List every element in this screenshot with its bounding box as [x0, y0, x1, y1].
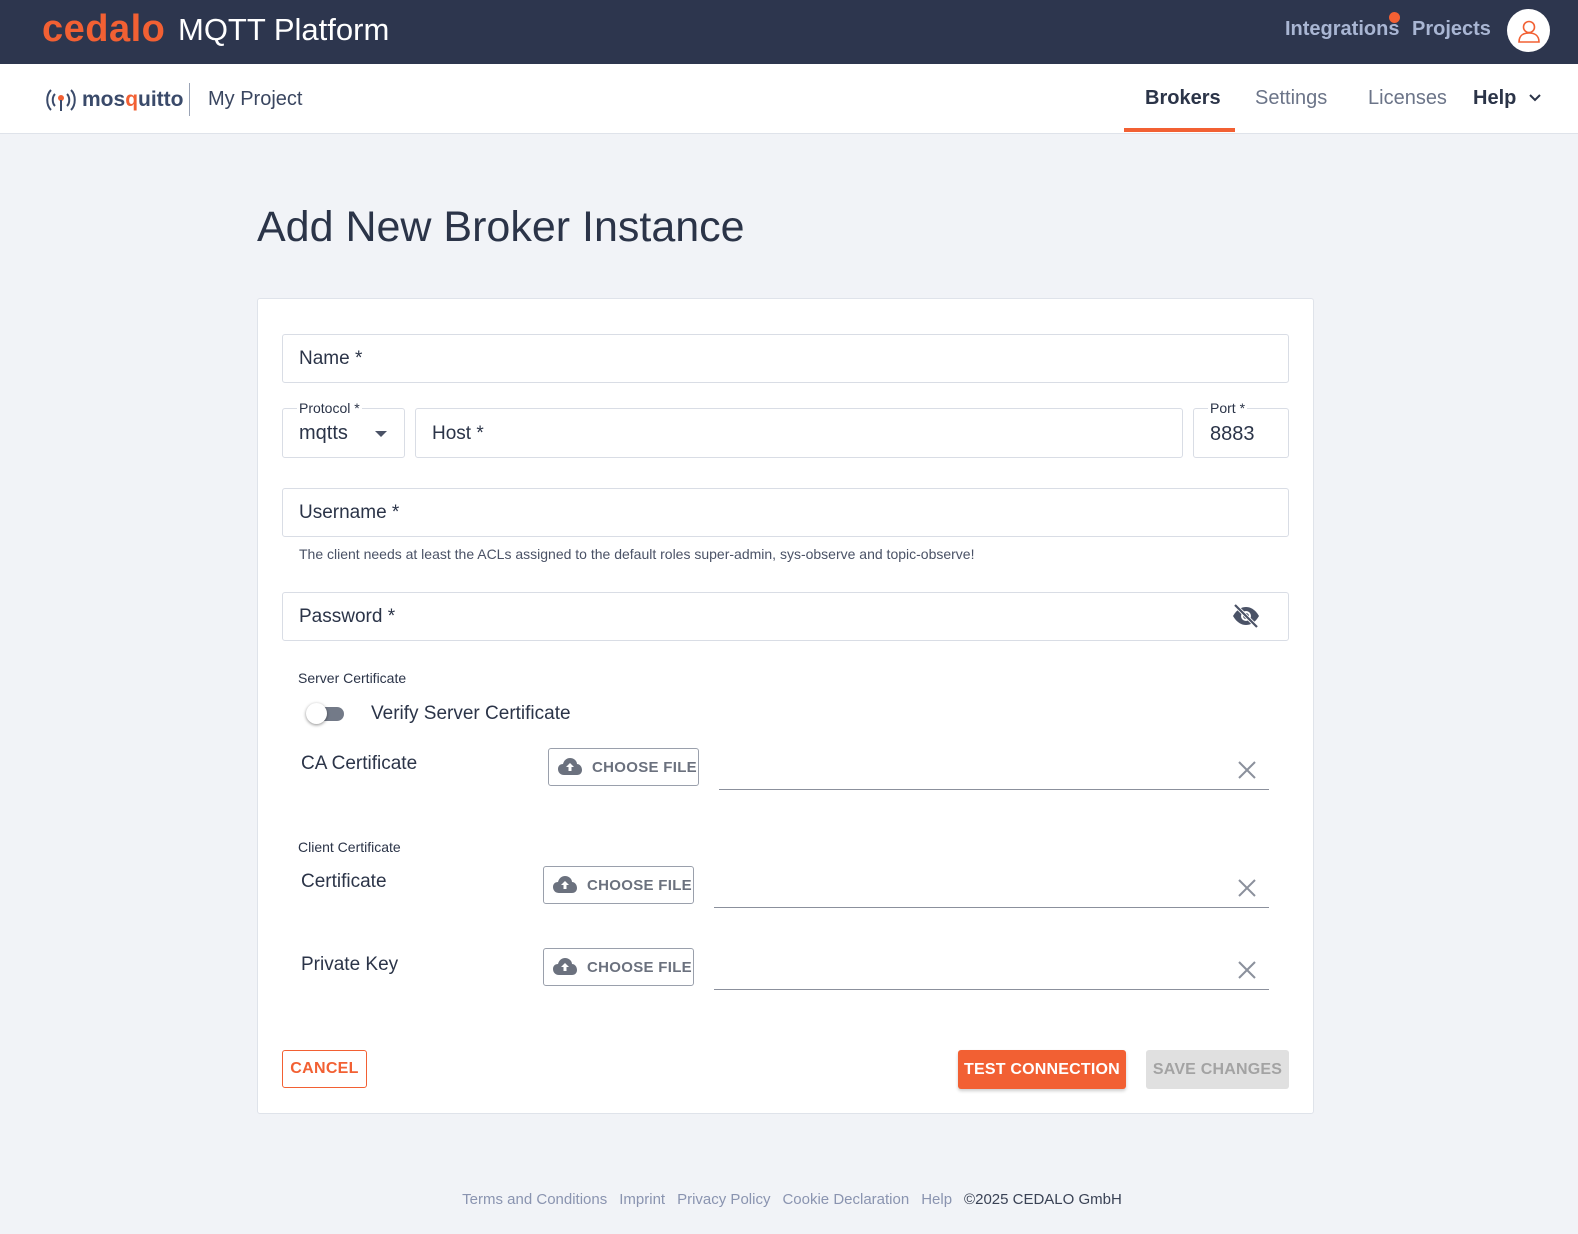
clear-private-key-icon[interactable] [1237, 960, 1257, 980]
port-value: 8883 [1210, 423, 1255, 445]
footer-link-help[interactable]: Help [921, 1191, 952, 1208]
private-key-label: Private Key [301, 954, 399, 975]
page-title: Add New Broker Instance [257, 203, 745, 251]
port-label: Port * [1208, 400, 1248, 416]
host-label: Host * [432, 423, 484, 444]
cloud-upload-icon [558, 758, 582, 775]
username-field[interactable]: Username * [282, 488, 1289, 537]
certificate-file-input [714, 907, 1269, 908]
footer-link-imprint[interactable]: Imprint [619, 1191, 665, 1208]
private-key-file-input [714, 989, 1269, 990]
user-icon [1517, 20, 1540, 43]
choose-file-label: CHOOSE FILE [587, 876, 692, 894]
copyright-text: ©2025 CEDALO GmbH [964, 1191, 1122, 1208]
name-label: Name * [299, 348, 363, 369]
toggle-thumb[interactable] [306, 703, 327, 724]
password-label: Password * [299, 606, 396, 627]
test-connection-button[interactable]: TEST CONNECTION [958, 1050, 1126, 1089]
cloud-upload-icon [553, 958, 577, 975]
mosquitto-logo[interactable]: mosquitto [44, 86, 184, 114]
host-field[interactable]: Host * [415, 408, 1183, 458]
choose-file-label: CHOOSE FILE [587, 958, 692, 976]
ca-certificate-choose-file-button[interactable]: CHOOSE FILE [548, 748, 699, 786]
clear-certificate-icon[interactable] [1237, 878, 1257, 898]
save-changes-button[interactable]: SAVE CHANGES [1146, 1050, 1289, 1089]
certificate-choose-file-button[interactable]: CHOOSE FILE [543, 866, 694, 904]
tab-settings[interactable]: Settings [1255, 87, 1327, 110]
notification-dot [1389, 12, 1400, 23]
certificate-label: Certificate [301, 871, 387, 892]
tab-brokers[interactable]: Brokers [1145, 87, 1221, 110]
dropdown-arrow-icon [375, 431, 387, 437]
server-certificate-section-label: Server Certificate [298, 670, 407, 686]
choose-file-label: CHOOSE FILE [592, 758, 697, 776]
project-nav-bar: mosquitto My Project Brokers Settings Li… [0, 64, 1578, 134]
cloud-upload-icon [553, 876, 577, 893]
footer-link-terms[interactable]: Terms and Conditions [462, 1191, 607, 1208]
password-field[interactable]: Password * [282, 592, 1289, 641]
username-helper-text: The client needs at least the ACLs assig… [299, 546, 975, 562]
clear-ca-certificate-icon[interactable] [1237, 760, 1257, 780]
visibility-off-icon[interactable] [1231, 603, 1261, 629]
platform-title: MQTT Platform [178, 12, 390, 47]
name-field[interactable]: Name * [282, 334, 1289, 383]
protocol-label: Protocol * [297, 400, 362, 416]
protocol-value: mqtts [299, 422, 348, 444]
username-label: Username * [299, 502, 400, 523]
cancel-button[interactable]: CANCEL [282, 1050, 367, 1088]
broadcast-icon [46, 89, 76, 111]
integrations-link[interactable]: Integrations [1285, 18, 1399, 41]
footer-link-privacy[interactable]: Privacy Policy [677, 1191, 770, 1208]
verify-certificate-label: Verify Server Certificate [371, 703, 571, 724]
private-key-choose-file-button[interactable]: CHOOSE FILE [543, 948, 694, 986]
divider [189, 83, 190, 116]
project-name: My Project [208, 88, 303, 110]
user-avatar-button[interactable] [1507, 9, 1550, 52]
tab-licenses[interactable]: Licenses [1368, 87, 1447, 110]
footer-link-cookie[interactable]: Cookie Declaration [782, 1191, 909, 1208]
chevron-down-icon[interactable] [1528, 93, 1542, 103]
top-app-bar: cedalo MQTT Platform Integrations Projec… [0, 0, 1578, 64]
tab-help[interactable]: Help [1473, 87, 1516, 110]
footer: Terms and Conditions Imprint Privacy Pol… [0, 1191, 1578, 1208]
mosquitto-wordmark: mosquitto [82, 88, 184, 111]
ca-certificate-label: CA Certificate [301, 753, 418, 774]
active-tab-indicator [1124, 128, 1235, 132]
cedalo-logo[interactable]: cedalo [42, 8, 165, 51]
projects-link[interactable]: Projects [1412, 18, 1491, 41]
client-certificate-section-label: Client Certificate [298, 839, 401, 855]
ca-certificate-file-input [719, 789, 1269, 790]
